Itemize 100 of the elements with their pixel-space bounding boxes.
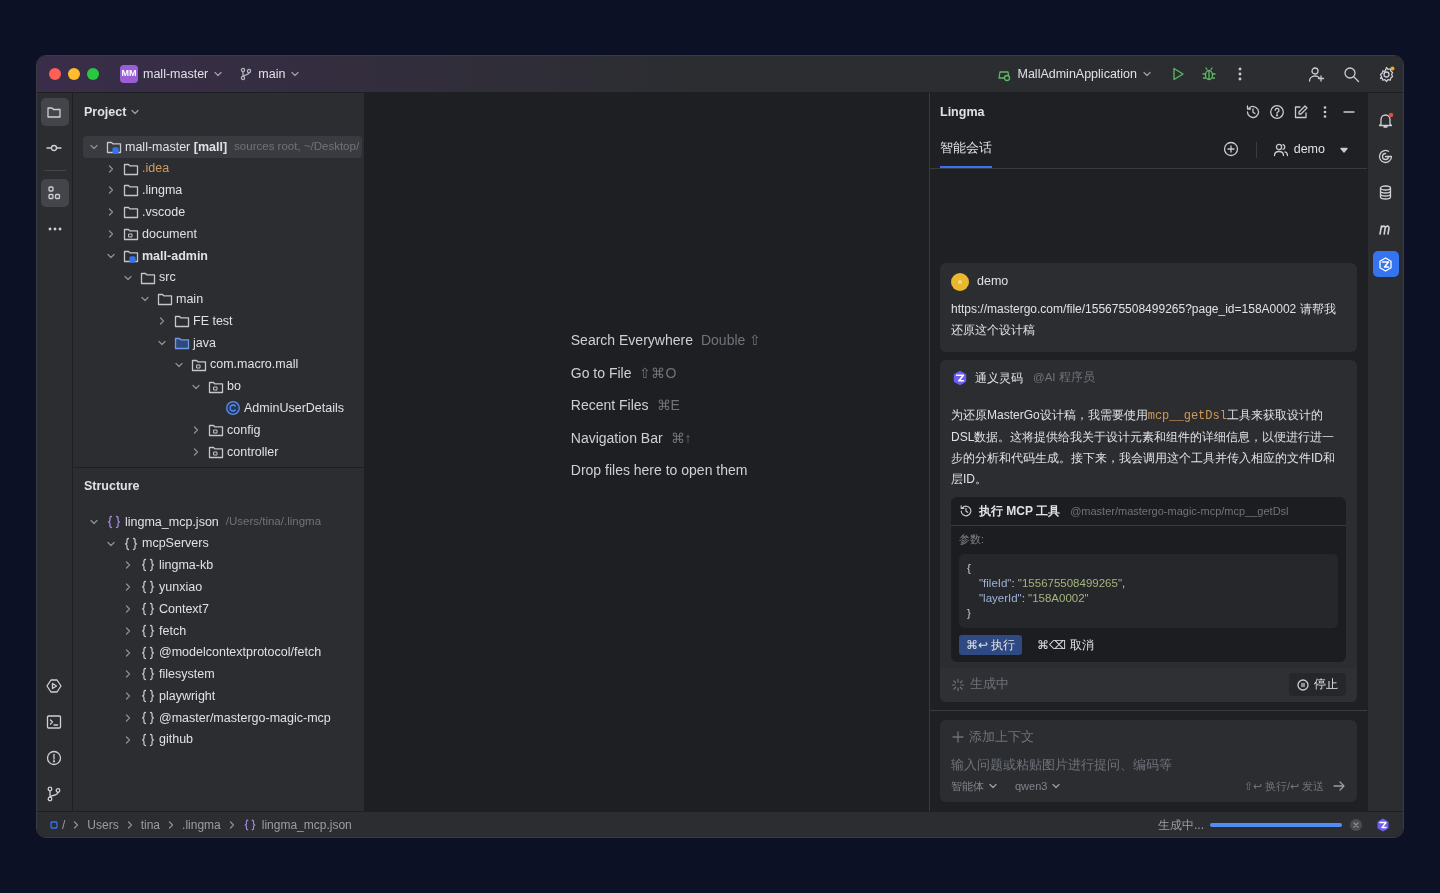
structure-tool-button[interactable]	[40, 179, 69, 207]
chat-input-field[interactable]: 输入问题或粘贴图片进行提问、编码等	[951, 754, 1346, 775]
chat-input-box[interactable]: 添加上下文 输入问题或粘贴图片进行提问、编码等 智能体 qwen3 ⇧↩ 换行/↩ 发送	[940, 719, 1357, 802]
tree-item[interactable]: playwright	[83, 685, 364, 708]
tree-item[interactable]: github	[83, 728, 364, 751]
agent-selector[interactable]: 智能体	[951, 777, 998, 794]
edit-icon[interactable]	[1293, 104, 1309, 120]
add-user-icon[interactable]	[1308, 65, 1325, 83]
services-icon[interactable]	[46, 678, 63, 695]
run-icon[interactable]	[1170, 66, 1186, 82]
tree-item[interactable]: config	[83, 419, 362, 442]
cancel-button[interactable]: ⌘⌫ 取消	[1030, 634, 1101, 655]
avatar-icon	[951, 272, 969, 291]
tree-item[interactable]: com.macro.mall	[83, 353, 362, 376]
breadcrumb[interactable]: lingma_mcp.json	[242, 815, 352, 834]
users-icon	[1272, 142, 1288, 157]
hint-label: Go to File	[570, 363, 632, 383]
item-label: .idea	[142, 160, 170, 178]
tree-item[interactable]: lingma_mcp.json /Users/tina/.lingma	[83, 511, 364, 533]
chevron-right-icon	[191, 447, 201, 458]
history-icon[interactable]	[1245, 104, 1261, 120]
tree-item[interactable]: .lingma	[83, 179, 362, 202]
message-author: 通义灵码	[975, 370, 1023, 387]
structure-icon	[46, 184, 63, 202]
item-label: config	[227, 421, 261, 439]
help-icon[interactable]	[1269, 104, 1285, 120]
shortcut-hint: Double ⇧	[700, 331, 762, 350]
tree-item[interactable]: mall-master [mall] sources root, ~/Desktop/	[83, 136, 362, 158]
item-hint: sources root, ~/Desktop/	[234, 139, 360, 155]
item-label: mcpServers	[142, 535, 209, 553]
code-line: }	[967, 605, 971, 621]
breadcrumb[interactable]: /	[49, 815, 66, 834]
tree-item[interactable]: controller	[83, 441, 362, 463]
progress-label: 生成中...	[1158, 816, 1204, 834]
tree-item[interactable]: FE test	[83, 310, 362, 333]
tree-item[interactable]: @master/mastergo-magic-mcp	[83, 707, 364, 729]
item-label: src	[159, 269, 176, 287]
run-configuration[interactable]: MallAdminApplication	[996, 64, 1152, 84]
cancel-icon[interactable]	[1349, 817, 1363, 832]
tree-item[interactable]: filesystem	[83, 663, 364, 686]
send-hint: ⇧↩ 换行/↩ 发送	[1243, 778, 1324, 794]
user-switcher[interactable]: demo	[1272, 140, 1349, 159]
hint-label: Recent Files	[570, 396, 649, 415]
tree-item[interactable]: .vscode	[83, 201, 362, 224]
package-folder-icon	[208, 444, 224, 461]
chevron-right-icon	[123, 734, 133, 745]
tree-item[interactable]: src	[83, 266, 362, 289]
tree-item[interactable]: yunxiao	[83, 576, 364, 599]
tree-item[interactable]: main	[83, 288, 362, 311]
message-text: 为还原MasterGo设计稿，我需要使用mcp__getDsl工具来获取设计的DSL数据。这将提供给我关于设计元素和组件的详细信息，以便进行进一步的分析和代码生成。接下来，我会调用这个工具并传入相应的文件ID和层ID。	[950, 407, 1336, 488]
settings-icon[interactable]	[1378, 65, 1395, 83]
stop-button[interactable]: 停止	[1289, 673, 1346, 697]
hint-label: Search Everywhere	[570, 331, 693, 350]
braces-icon	[140, 557, 156, 574]
item-label: lingma-kb	[159, 557, 214, 575]
search-icon[interactable]	[1343, 65, 1360, 83]
project-switcher[interactable]: MM mall-master	[116, 62, 228, 86]
tree-item[interactable]: AdminUserDetails	[83, 397, 362, 420]
tree-item[interactable]: .idea	[83, 157, 362, 180]
debug-icon[interactable]	[1201, 66, 1217, 82]
tree-item[interactable]: Context7	[83, 598, 364, 620]
chat-tab[interactable]: 智能会话	[940, 131, 992, 168]
branch-switcher[interactable]: main	[239, 64, 301, 84]
window-control[interactable]	[87, 68, 99, 80]
message-text: https://mastergo.com/file/155675508499265?page_id=158A0002 请帮我还原这个设计稿	[951, 301, 1337, 339]
tree-item[interactable]: fetch	[83, 620, 364, 642]
shortcut-hint: ⌘E	[656, 396, 680, 415]
folder-icon	[174, 313, 190, 330]
tree-item[interactable]: document	[83, 223, 362, 245]
item-hint: /Users/tina/.lingma	[225, 514, 322, 530]
chevron-right-icon	[123, 560, 133, 571]
plus-icon	[951, 730, 965, 745]
tree-item[interactable]: @modelcontextprotocol/fetch	[83, 641, 364, 664]
window-control[interactable]	[68, 68, 80, 80]
model-selector[interactable]: qwen3	[1015, 777, 1062, 794]
warning-icon[interactable]	[46, 750, 63, 767]
breadcrumb[interactable]: tina	[140, 815, 161, 834]
terminal-icon[interactable]	[46, 714, 63, 731]
tree-item[interactable]: bo	[83, 375, 362, 398]
tree-item[interactable]: mcpServers	[83, 532, 364, 555]
panel-title[interactable]: Project	[84, 102, 141, 122]
shortcut-hint: ⇧⌘O	[639, 363, 677, 383]
item-label: filesystem	[159, 666, 215, 684]
tree-item[interactable]: lingma-kb	[83, 554, 364, 577]
braces-icon	[140, 622, 156, 639]
params-label: 参数:	[958, 532, 985, 547]
folder-tool-button[interactable]	[40, 98, 69, 126]
branch-icon[interactable]	[46, 786, 63, 803]
chevron-right-icon	[106, 163, 116, 174]
window-control[interactable]	[49, 68, 61, 80]
chevron-right-icon	[123, 625, 133, 636]
add-circle-icon[interactable]	[1222, 141, 1240, 158]
item-label: controller	[227, 443, 279, 461]
breadcrumb[interactable]: Users	[87, 815, 119, 834]
tree-item[interactable]: java	[83, 332, 362, 354]
item-label: bo	[227, 378, 241, 396]
execute-button[interactable]: ⌘↩ 执行	[959, 634, 1023, 655]
tree-item[interactable]: mall-admin	[83, 245, 362, 267]
hint-label: Drop files here to open them	[570, 461, 748, 480]
breadcrumb[interactable]: .lingma	[182, 815, 221, 834]
